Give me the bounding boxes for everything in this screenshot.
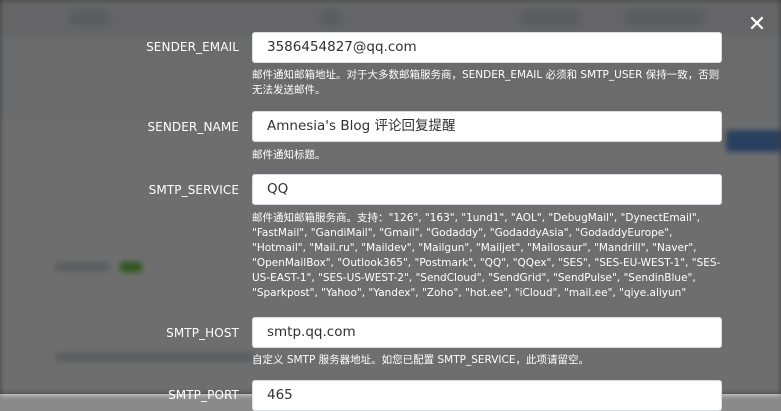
field-help-text: 邮件通知邮箱地址。对于大多数邮箱服务商，SENDER_EMAIL 必须和 SMT… xyxy=(252,69,720,96)
sender-email-input[interactable]: 3586454827@qq.com xyxy=(252,32,722,63)
smtp-host-input[interactable]: smtp.qq.com xyxy=(252,317,722,348)
sender-name-input[interactable]: Amnesia's Blog 评论回复提醒 xyxy=(252,111,722,142)
field-label: SMTP_SERVICE xyxy=(148,183,239,197)
close-icon[interactable]: ✕ xyxy=(747,14,767,36)
smtp-port-input[interactable]: 465 xyxy=(252,380,722,411)
field-label: SMTP_PORT xyxy=(168,388,239,402)
field-help-text: 邮件通知标题。 xyxy=(252,149,326,161)
field-help-text: 自定义 SMTP 服务器地址。如您已配置 SMTP_SERVICE，此项请留空。 xyxy=(252,354,589,366)
field-help-text: 邮件通知邮箱服务商。支持："126", "163", "1und1", "AOL… xyxy=(252,212,721,299)
field-label: SENDER_NAME xyxy=(147,120,239,134)
smtp-service-input[interactable]: QQ xyxy=(252,174,722,205)
field-label: SMTP_HOST xyxy=(166,326,239,340)
field-label: SENDER_EMAIL xyxy=(146,40,239,54)
